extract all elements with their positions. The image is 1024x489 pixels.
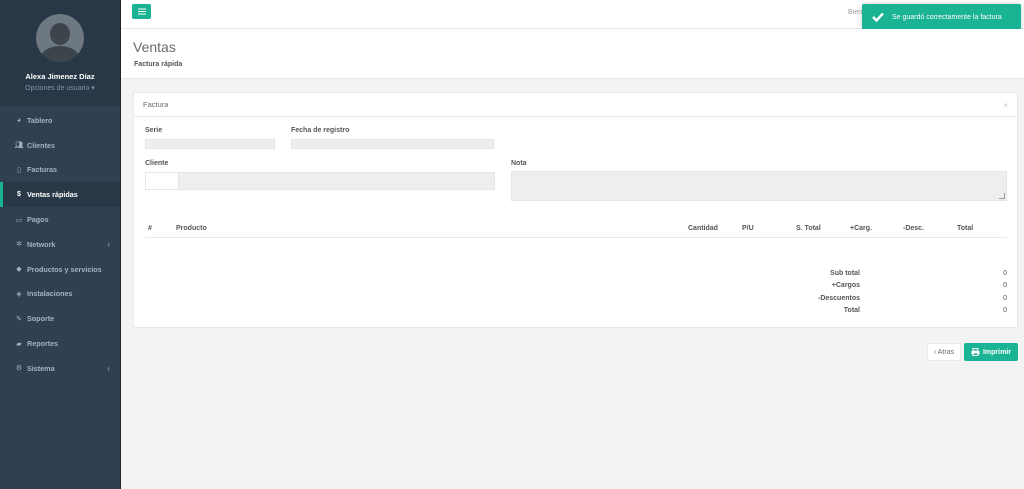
wrench-icon: ✎ — [16, 315, 22, 323]
page-title: Ventas — [133, 39, 176, 55]
sidebar-item-productos[interactable]: ◆ Productos y servicios — [0, 257, 120, 282]
tag-icon: ◈ — [16, 290, 22, 298]
sidebar-item-label: Pagos — [27, 215, 49, 225]
chevron-left-icon: ‹ — [107, 239, 110, 249]
sidebar-item-label: Network — [27, 239, 56, 249]
chevron-left-icon: ‹ — [107, 363, 110, 373]
print-label: Imprimir — [982, 348, 1011, 356]
cogs-icon: ⚙ — [15, 365, 23, 373]
nota-label: Nota — [511, 160, 527, 167]
descuentos-label: -Descuentos — [817, 295, 860, 302]
card-title: Factura — [134, 93, 1017, 117]
page-subtitle: Factura rápida — [134, 61, 183, 68]
descuentos-value: 0 — [1003, 295, 1007, 302]
resize-handle-icon[interactable] — [999, 193, 1005, 199]
invoice-card: Factura × Serie Fecha de registro Client… — [133, 92, 1018, 328]
sidebar-item-label: Facturas — [27, 165, 57, 175]
sidebar-item-clientes[interactable]: 👥︎ Clientes — [0, 133, 120, 158]
page-heading: Ventas Factura rápida — [121, 29, 1024, 79]
print-icon — [971, 348, 980, 356]
sidebar-item-label: Reportes — [27, 339, 59, 349]
sidebar-item-network[interactable]: ✲ Network ‹ — [0, 232, 120, 257]
total-value: 0 — [1003, 307, 1007, 314]
total-label: Total — [843, 307, 860, 314]
tags-icon: ◆ — [16, 266, 22, 274]
col-pu: P/U — [742, 225, 754, 232]
welcome-text: Bien — [848, 9, 863, 16]
book-icon: ▰ — [16, 340, 22, 348]
cargos-label: +Cargos — [831, 282, 860, 289]
serie-label: Serie — [145, 127, 163, 134]
serie-field — [145, 139, 275, 149]
file-icon: ▯ — [17, 166, 21, 174]
dashboard-icon: ◕ — [16, 116, 22, 124]
sidebar-item-label: Ventas rápidas — [27, 190, 78, 200]
user-options-dropdown[interactable]: Opciones de usuario ▾ — [0, 84, 120, 92]
sidebar-item-reportes[interactable]: ▰ Reportes — [0, 331, 120, 356]
fecha-registro-field — [291, 139, 494, 149]
products-table-header: # Producto Cantidad P/U S. Total +Carg. … — [145, 223, 1007, 238]
avatar[interactable] — [36, 14, 84, 62]
sidebar-item-label: Instalaciones — [27, 289, 73, 299]
col-number: # — [148, 225, 152, 232]
cliente-label: Cliente — [145, 160, 169, 167]
nota-textarea[interactable] — [511, 171, 1007, 201]
users-icon: 👥︎ — [14, 142, 24, 150]
sidebar-item-tablero[interactable]: ◕ Tablero — [0, 108, 120, 133]
back-button[interactable]: ‹ Atras — [927, 343, 961, 361]
dollar-icon: $ — [17, 191, 21, 199]
sidebar-item-ventas-rapidas[interactable]: $ Ventas rápidas — [0, 182, 120, 208]
print-button[interactable]: Imprimir — [964, 343, 1018, 361]
check-icon — [872, 12, 884, 22]
cargos-value: 0 — [1003, 282, 1007, 289]
col-cargos: +Carg. — [850, 225, 872, 232]
subtotal-label: Sub total — [830, 270, 860, 277]
user-profile: Alexa Jimenez Díaz Opciones de usuario ▾ — [0, 0, 120, 106]
success-toast[interactable]: Se guardó correctamente la factura — [862, 4, 1021, 30]
close-icon[interactable]: × — [1003, 101, 1008, 110]
col-subtotal: S. Total — [796, 225, 821, 232]
toast-message: Se guardó correctamente la factura — [892, 13, 1002, 21]
sidebar-item-facturas[interactable]: ▯ Facturas — [0, 158, 120, 183]
col-descuentos: -Desc. — [903, 225, 925, 232]
sidebar-item-label: Clientes — [27, 140, 55, 150]
col-total: Total — [957, 225, 974, 232]
subtotal-value: 0 — [1003, 270, 1007, 277]
sidebar: Alexa Jimenez Díaz Opciones de usuario ▾… — [0, 0, 121, 489]
sidebar-item-label: Tablero — [27, 115, 53, 125]
fecha-label: Fecha de registro — [291, 127, 350, 134]
money-icon: ▭ — [15, 216, 23, 224]
sidebar-nav: ◕ Tablero 👥︎ Clientes ▯ Facturas $ Venta… — [0, 108, 120, 381]
sidebar-item-sistema[interactable]: ⚙ Sistema ‹ — [0, 356, 120, 381]
sidebar-item-label: Sistema — [27, 363, 55, 373]
hamburger-icon — [137, 10, 146, 13]
cliente-id-input[interactable] — [145, 172, 179, 190]
network-icon: ✲ — [16, 241, 22, 249]
sidebar-item-label: Productos y servicios — [27, 264, 102, 274]
cliente-name-field — [178, 172, 495, 190]
sidebar-item-instalaciones[interactable]: ◈ Instalaciones — [0, 282, 120, 307]
user-name: Alexa Jimenez Díaz — [25, 72, 95, 81]
sidebar-item-label: Soporte — [27, 314, 55, 324]
col-cantidad: Cantidad — [688, 225, 718, 232]
sidebar-item-pagos[interactable]: ▭ Pagos — [0, 207, 120, 232]
col-producto: Producto — [176, 225, 207, 232]
sidebar-item-soporte[interactable]: ✎ Soporte — [0, 306, 120, 331]
menu-toggle-button[interactable] — [132, 4, 151, 19]
